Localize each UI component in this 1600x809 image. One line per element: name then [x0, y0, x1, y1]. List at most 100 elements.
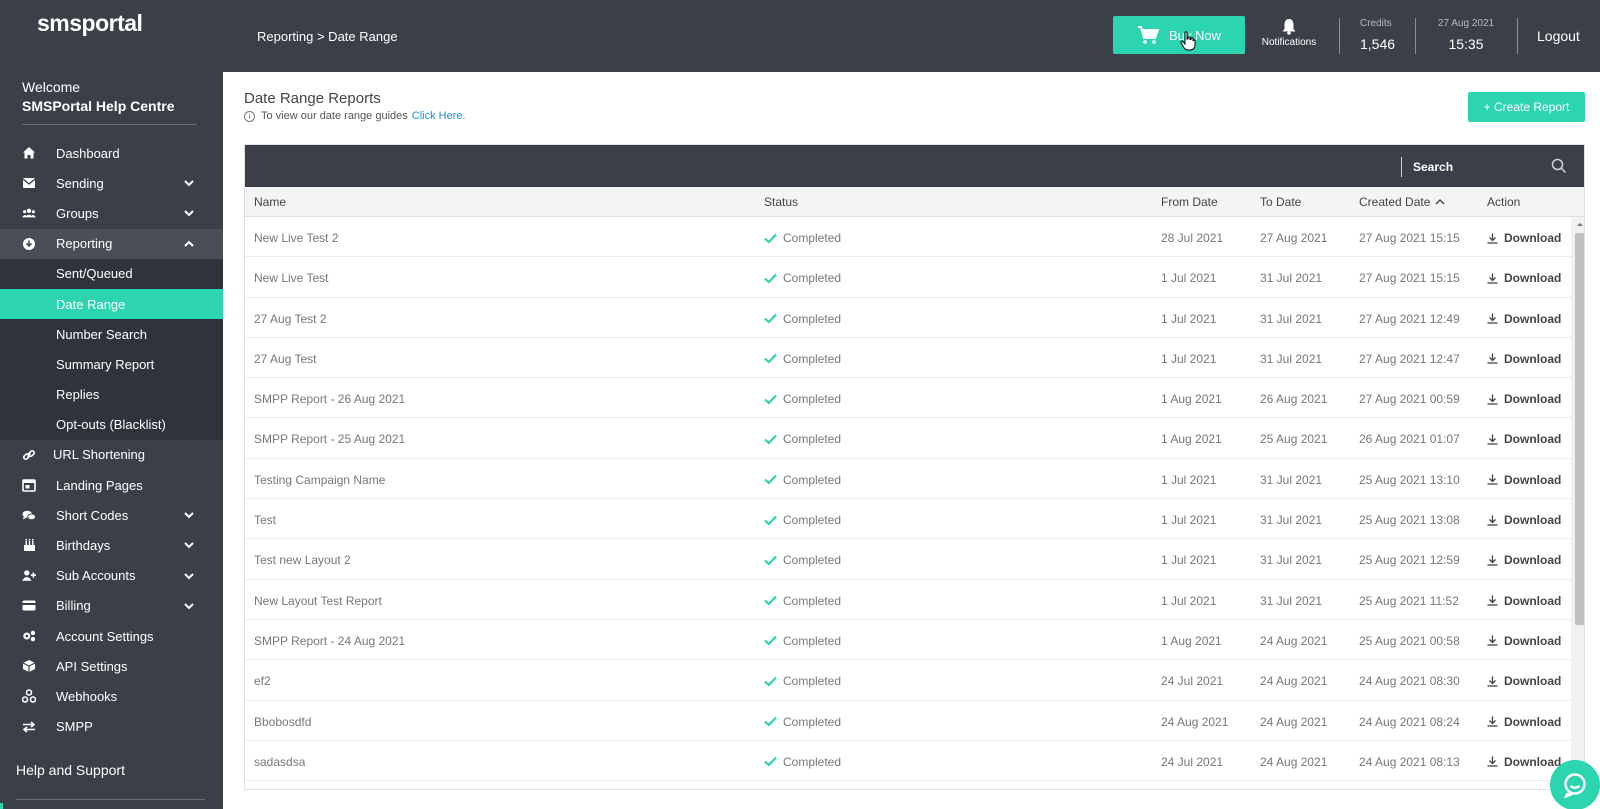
sidebar-item-landing-pages[interactable]: Landing Pages — [0, 470, 223, 500]
table-body: New Live Test 2 Completed 28 Jul 2021 27 Au… — [245, 217, 1571, 782]
download-label: Download — [1504, 754, 1562, 769]
download-button[interactable]: Download — [1487, 674, 1561, 688]
live-chat-button[interactable] — [1550, 760, 1600, 809]
sidebar-nav: Dashboard Sending Groups Reporting Sent/… — [0, 138, 223, 742]
welcome-text: Welcome — [22, 79, 81, 95]
cell-name[interactable]: New Layout Test Report — [254, 594, 382, 608]
sidebar-item-webhooks[interactable]: Webhooks — [0, 681, 223, 711]
sidebar-subitem-date-range[interactable]: Date Range — [0, 288, 223, 320]
logout-button[interactable]: Logout — [1537, 28, 1580, 44]
topbar-divider — [1517, 18, 1518, 54]
cell-name[interactable]: 27 Aug Test — [254, 352, 317, 366]
download-button[interactable]: Download — [1487, 594, 1561, 608]
sidebar-item-birthdays[interactable]: Birthdays — [0, 530, 223, 560]
download-icon — [1487, 313, 1498, 324]
sidebar-subitem-summary-report[interactable]: Summary Report — [0, 349, 223, 379]
sidebar-divider — [22, 124, 197, 125]
search-icon[interactable] — [1551, 158, 1567, 174]
sidebar-item-reporting[interactable]: Reporting — [0, 228, 223, 259]
column-header-to-date[interactable]: To Date — [1260, 195, 1301, 209]
column-header-created-date[interactable]: Created Date — [1359, 195, 1446, 209]
chevron-down-icon — [184, 572, 194, 580]
download-button[interactable]: Download — [1487, 553, 1561, 567]
notifications-button[interactable]: Notifications — [1259, 18, 1319, 48]
cell-name[interactable]: SMPP Report - 24 Aug 2021 — [254, 634, 405, 648]
guide-link[interactable]: Click Here. — [412, 110, 466, 122]
sidebar-item-label: Birthdays — [56, 538, 111, 554]
column-header-from-date[interactable]: From Date — [1161, 195, 1218, 209]
notifications-label: Notifications — [1261, 37, 1317, 48]
sidebar-item-label: Dashboard — [56, 145, 120, 161]
download-button[interactable]: Download — [1487, 755, 1561, 769]
cell-status: Completed — [764, 352, 841, 366]
cell-name[interactable]: SMPP Report - 25 Aug 2021 — [254, 432, 405, 446]
help-and-support[interactable]: Help and Support — [16, 762, 125, 778]
download-icon — [1487, 474, 1498, 485]
cell-name[interactable]: 27 Aug Test 2 — [254, 312, 327, 326]
download-button[interactable]: Download — [1487, 473, 1561, 487]
chat-icon — [1563, 773, 1586, 798]
cell-name[interactable]: Test new Layout 2 — [254, 553, 351, 567]
sidebar-item-label: API Settings — [56, 658, 128, 674]
column-header-status[interactable]: Status — [764, 195, 798, 209]
credits-label: Credits — [1360, 18, 1392, 29]
sort-asc-icon — [1435, 199, 1445, 205]
sidebar-item-label: Sub Accounts — [56, 568, 136, 584]
download-button[interactable]: Download — [1487, 432, 1561, 446]
sidebar-item-label: Sending — [56, 175, 104, 191]
sidebar-subitem-replies[interactable]: Replies — [0, 380, 223, 410]
download-button[interactable]: Download — [1487, 513, 1561, 527]
cell-name[interactable]: ef2 — [254, 674, 271, 688]
cell-name[interactable]: Test — [254, 513, 276, 527]
sidebar-item-sending[interactable]: Sending — [0, 168, 223, 198]
check-icon — [764, 595, 777, 606]
sidebar-subitem-number-search[interactable]: Number Search — [0, 319, 223, 349]
download-button[interactable]: Download — [1487, 271, 1561, 285]
sidebar-item-dashboard[interactable]: Dashboard — [0, 138, 223, 168]
cell-to-date: 31 Jul 2021 — [1260, 553, 1323, 568]
cell-name[interactable]: sadasdsa — [254, 755, 305, 769]
sidebar-item-smpp[interactable]: SMPP — [0, 712, 223, 742]
cell-name[interactable]: New Live Test 2 — [254, 231, 339, 245]
sidebar-subitem-sent-queued[interactable]: Sent/Queued — [0, 259, 223, 289]
download-button[interactable]: Download — [1487, 715, 1561, 729]
cell-from-date: 24 Aug 2021 — [1161, 714, 1229, 729]
status-text: Completed — [783, 593, 842, 608]
cell-name[interactable]: SMPP Report - 26 Aug 2021 — [254, 392, 405, 406]
sidebar-item-url-shortening[interactable]: URL Shortening — [0, 440, 223, 470]
table-toolbar — [245, 145, 1584, 187]
sidebar-subitem-opt-outs[interactable]: Opt-outs (Blacklist) — [0, 410, 223, 440]
cell-from-date: 1 Aug 2021 — [1161, 432, 1222, 447]
column-header-name[interactable]: Name — [254, 195, 286, 209]
smsportal-logo[interactable]: smsportal — [37, 10, 143, 37]
download-button[interactable]: Download — [1487, 231, 1561, 245]
download-button[interactable]: Download — [1487, 312, 1561, 326]
sidebar-item-api-settings[interactable]: API Settings — [0, 651, 223, 681]
cell-name[interactable]: New Live Test — [254, 271, 328, 285]
sidebar-item-groups[interactable]: Groups — [0, 198, 223, 228]
buy-now-button[interactable]: Buy Now — [1113, 16, 1245, 54]
envelope-icon — [22, 176, 36, 190]
current-time: 15:35 — [1448, 36, 1484, 52]
sidebar-item-billing[interactable]: Billing — [0, 591, 223, 621]
download-button[interactable]: Download — [1487, 352, 1561, 366]
webhook-icon — [22, 689, 36, 704]
download-button[interactable]: Download — [1487, 392, 1561, 406]
search-input[interactable] — [1413, 156, 1543, 178]
download-icon — [1487, 233, 1498, 244]
topbar-divider — [1339, 18, 1340, 54]
scroll-up-arrow-icon[interactable] — [1575, 220, 1585, 228]
cell-name[interactable]: Bbobosdfd — [254, 715, 311, 729]
sidebar-item-label: Date Range — [56, 296, 126, 312]
cell-name[interactable]: Testing Campaign Name — [254, 473, 385, 487]
sidebar-item-short-codes[interactable]: Short Codes — [0, 500, 223, 530]
download-label: Download — [1504, 714, 1562, 729]
download-button[interactable]: Download — [1487, 634, 1561, 648]
create-report-button[interactable]: + Create Report — [1468, 92, 1585, 122]
scrollbar-thumb[interactable] — [1575, 233, 1584, 625]
table-row: 27 Aug Test Completed 1 Jul 2021 31 Jul 202… — [245, 338, 1571, 379]
sidebar-item-account-settings[interactable]: Account Settings — [0, 621, 223, 651]
page-title: Date Range Reports — [244, 90, 381, 107]
check-icon — [764, 475, 777, 485]
sidebar-item-sub-accounts[interactable]: Sub Accounts — [0, 561, 223, 591]
